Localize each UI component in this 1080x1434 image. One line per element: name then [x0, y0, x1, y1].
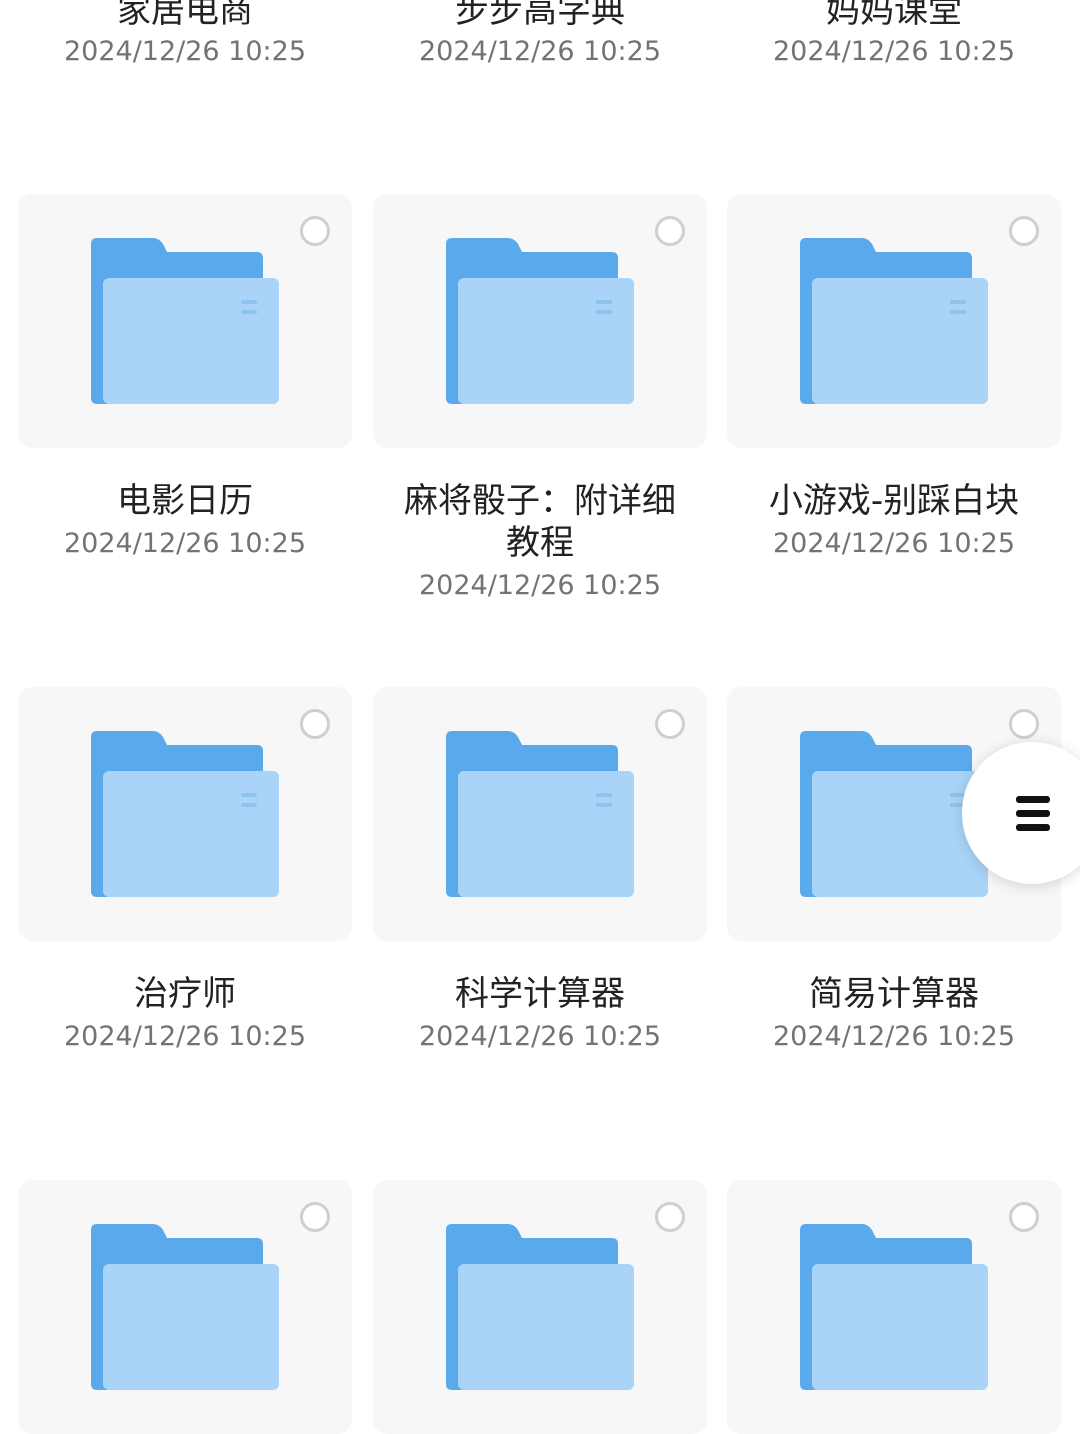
folder-date: 2024/12/26 10:25 — [418, 1021, 661, 1052]
folder-date: 2024/12/26 10:25 — [772, 36, 1015, 67]
folder-date: 2024/12/26 10:25 — [418, 36, 661, 67]
folder-thumbnail[interactable] — [727, 1180, 1061, 1434]
selection-circle-icon[interactable] — [655, 709, 685, 739]
folder-date: 2024/12/26 10:25 — [772, 1021, 1015, 1052]
folder-date: 2024/12/26 10:25 — [772, 528, 1015, 559]
folder-date: 2024/12/26 10:25 — [63, 36, 306, 67]
folder-icon — [800, 731, 988, 897]
folder-icon — [446, 731, 634, 897]
folder-thumbnail[interactable] — [18, 194, 352, 448]
selection-circle-icon[interactable] — [300, 1202, 330, 1232]
folder-name: 家居电商 — [117, 0, 253, 31]
folder-thumbnail[interactable] — [373, 194, 707, 448]
folder-icon — [446, 238, 634, 404]
folder-icon — [91, 1224, 279, 1390]
folder-icon — [446, 1224, 634, 1390]
selection-circle-icon[interactable] — [655, 1202, 685, 1232]
selection-circle-icon[interactable] — [655, 216, 685, 246]
folder-name: 妈妈课堂 — [826, 0, 962, 31]
folder-name: 麻将骰子：附详细 教程 — [404, 481, 676, 563]
folder-thumbnail[interactable] — [373, 687, 707, 941]
folder-thumbnail[interactable] — [18, 1180, 352, 1434]
folder-name: 治疗师 — [134, 974, 236, 1014]
folder-icon — [91, 731, 279, 897]
folder-icon — [800, 1224, 988, 1390]
folder-thumbnail[interactable] — [18, 687, 352, 941]
folder-date: 2024/12/26 10:25 — [418, 570, 661, 601]
folder-date: 2024/12/26 10:25 — [63, 1021, 306, 1052]
folder-icon — [91, 238, 279, 404]
folder-name: 小游戏-别踩白块 — [768, 481, 1020, 521]
selection-circle-icon[interactable] — [300, 709, 330, 739]
selection-circle-icon[interactable] — [1009, 709, 1039, 739]
folder-name: 简易计算器 — [809, 974, 979, 1014]
selection-circle-icon[interactable] — [1009, 1202, 1039, 1232]
folder-thumbnail[interactable] — [727, 194, 1061, 448]
folder-date: 2024/12/26 10:25 — [63, 528, 306, 559]
folder-name: 电影日历 — [117, 481, 253, 521]
folder-name: 科学计算器 — [455, 974, 625, 1014]
selection-circle-icon[interactable] — [300, 216, 330, 246]
selection-circle-icon[interactable] — [1009, 216, 1039, 246]
menu-icon — [1016, 796, 1050, 803]
file-grid-screen: { "folders": [ {"name":"家居电商","date":"20… — [0, 0, 1080, 1434]
folder-icon — [800, 238, 988, 404]
folder-name: 步步高字典 — [455, 0, 625, 31]
folder-thumbnail[interactable] — [373, 1180, 707, 1434]
